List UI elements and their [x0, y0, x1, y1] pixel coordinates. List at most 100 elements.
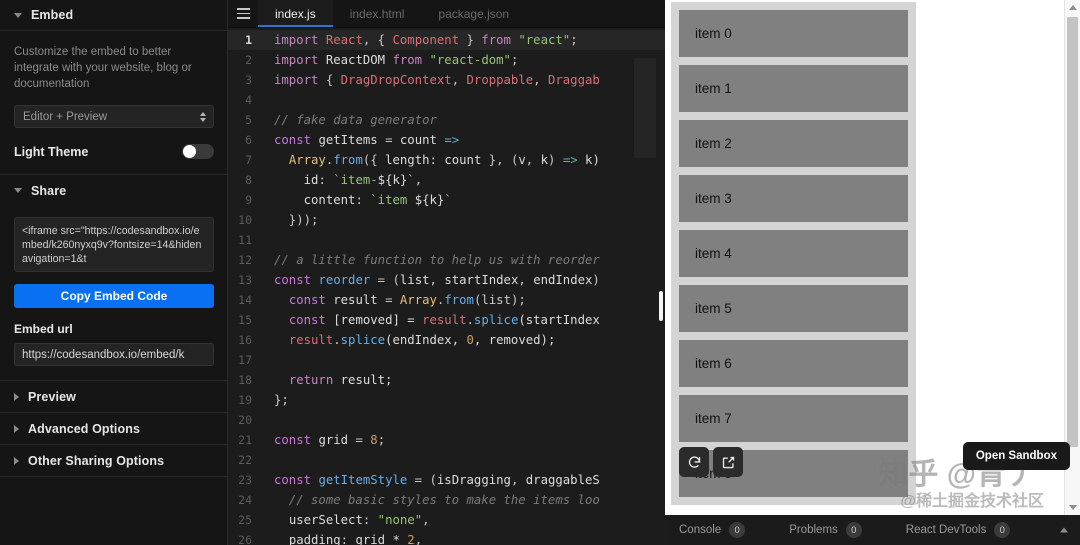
line-code: padding: grid * 2,: [262, 530, 665, 545]
code-token: }));: [274, 213, 319, 227]
code-token: {: [318, 73, 341, 87]
status-tab-console[interactable]: Console 0: [679, 522, 746, 538]
line-code: Array.from({ length: count }, (v, k) => …: [262, 150, 665, 170]
light-theme-toggle[interactable]: [182, 144, 214, 159]
code-line: 9 content: `item ${k}`: [228, 190, 665, 210]
tab-package-json[interactable]: package.json: [421, 0, 526, 27]
draggable-item[interactable]: item 2: [679, 120, 908, 167]
line-number: 16: [238, 333, 252, 347]
embed-section-body: Customize the embed to better integrate …: [0, 31, 227, 174]
refresh-button[interactable]: [679, 447, 709, 477]
tab-index-html[interactable]: index.html: [333, 0, 422, 27]
draggable-item[interactable]: item 4: [679, 230, 908, 277]
code-line: 17: [228, 350, 665, 370]
codesandbox-embed-window: Embed Customize the embed to better inte…: [0, 0, 1080, 545]
code-token: ({: [362, 153, 386, 167]
draggable-item[interactable]: item 3: [679, 175, 908, 222]
embed-view-select-value: Editor + Preview: [23, 110, 108, 123]
line-number: 17: [238, 353, 252, 367]
embed-url-label: Embed url: [14, 322, 73, 336]
preview-scrollbar-thumb[interactable]: [1067, 17, 1078, 447]
code-token: import: [274, 53, 319, 67]
menu-icon[interactable]: [228, 0, 258, 27]
section-header-embed[interactable]: Embed: [0, 0, 227, 31]
status-tab-label: Console: [679, 524, 722, 536]
line-code: [262, 410, 665, 430]
code-line: 24 // some basic styles to make the item…: [228, 490, 665, 510]
code-token: [removed] =: [325, 313, 423, 327]
code-token: = (: [407, 473, 437, 487]
tab-label: index.html: [349, 6, 405, 21]
code-token: reorder: [318, 273, 371, 287]
line-code: };: [262, 390, 665, 410]
tab-index-js[interactable]: index.js: [258, 0, 333, 27]
embed-url-input[interactable]: https://codesandbox.io/embed/k: [14, 343, 214, 366]
code-token: id: [303, 173, 319, 187]
section-header-share[interactable]: Share: [0, 174, 227, 206]
code-token: v: [518, 153, 526, 167]
draggable-item[interactable]: item 5: [679, 285, 908, 332]
code-token: ${k}: [377, 173, 408, 187]
code-line: 15 const [removed] = result.splice(start…: [228, 310, 665, 330]
section-title-preview: Preview: [28, 389, 76, 404]
embed-iframe-code[interactable]: <iframe src="https://codesandbox.io/embe…: [14, 217, 214, 272]
line-code: }));: [262, 210, 665, 230]
watermark-sub: @稀土掘金技术社区: [900, 493, 1044, 510]
minimap-shade: [634, 58, 656, 158]
code-token: =: [377, 133, 400, 147]
code-token: k): [577, 153, 600, 167]
line-number: 9: [245, 193, 252, 207]
open-external-button[interactable]: [713, 447, 743, 477]
light-theme-label: Light Theme: [14, 144, 89, 159]
scroll-up-arrow-icon[interactable]: [1065, 0, 1080, 15]
line-number: 14: [238, 293, 252, 307]
code-token: ,: [414, 533, 423, 545]
code-token: :: [318, 173, 334, 187]
code-token: ): [592, 273, 600, 287]
code-line: 21 const grid = 8;: [228, 430, 665, 450]
line-number: 24: [238, 493, 252, 507]
status-tab-problems[interactable]: Problems 0: [789, 522, 862, 538]
line-number: 12: [238, 253, 252, 267]
embed-view-select[interactable]: Editor + Preview: [14, 105, 214, 128]
code-content-area[interactable]: 1 import React, { Component } from "react…: [228, 28, 665, 545]
scroll-down-arrow-icon[interactable]: [1065, 500, 1080, 515]
status-tab-label: Problems: [789, 524, 838, 536]
section-header-other-sharing-options[interactable]: Other Sharing Options: [0, 444, 227, 476]
status-badge: 0: [994, 522, 1011, 538]
preview-action-buttons: [679, 447, 743, 477]
editor-scrollbar-thumb[interactable]: [659, 291, 663, 321]
draggable-item[interactable]: item 6: [679, 340, 908, 387]
section-header-advanced-options[interactable]: Advanced Options: [0, 412, 227, 444]
tab-label: index.js: [275, 6, 316, 21]
sidebar-filler: [0, 476, 227, 545]
line-number: 25: [238, 513, 252, 527]
code-token: ,: [429, 273, 445, 287]
line-code: const grid = 8;: [262, 430, 665, 450]
copy-embed-code-button[interactable]: Copy Embed Code: [14, 284, 214, 308]
draggable-item[interactable]: item 7: [679, 395, 908, 442]
select-updown-icon: [200, 111, 206, 122]
open-sandbox-button[interactable]: Open Sandbox: [962, 442, 1070, 470]
code-editor-pane: index.js index.html package.json 1 import…: [228, 0, 665, 545]
code-token: endIndex: [533, 273, 593, 287]
section-header-preview[interactable]: Preview: [0, 380, 227, 412]
code-line: 25 userSelect: "none",: [228, 510, 665, 530]
draggable-item[interactable]: item 0: [679, 10, 908, 57]
status-tab-react-devtools[interactable]: React DevTools 0: [906, 522, 1011, 538]
editor-scrollbar[interactable]: [656, 28, 663, 545]
code-token: };: [274, 393, 289, 407]
expand-panel-icon[interactable]: [1060, 527, 1068, 533]
preview-scrollbar[interactable]: [1064, 0, 1080, 515]
draggable-item[interactable]: item 1: [679, 65, 908, 112]
line-number: 19: [238, 393, 252, 407]
chevron-right-icon: [14, 392, 19, 401]
droppable-list[interactable]: item 0 item 1 item 2 item 3 item 4 item 5 item…: [671, 2, 916, 505]
code-token: content: [303, 193, 356, 207]
line-code: content: `item ${k}`: [262, 190, 665, 210]
preview-status-bar: Console 0 Problems 0 React DevTools 0: [665, 515, 1080, 545]
line-code: const result = Array.from(list);: [262, 290, 665, 310]
